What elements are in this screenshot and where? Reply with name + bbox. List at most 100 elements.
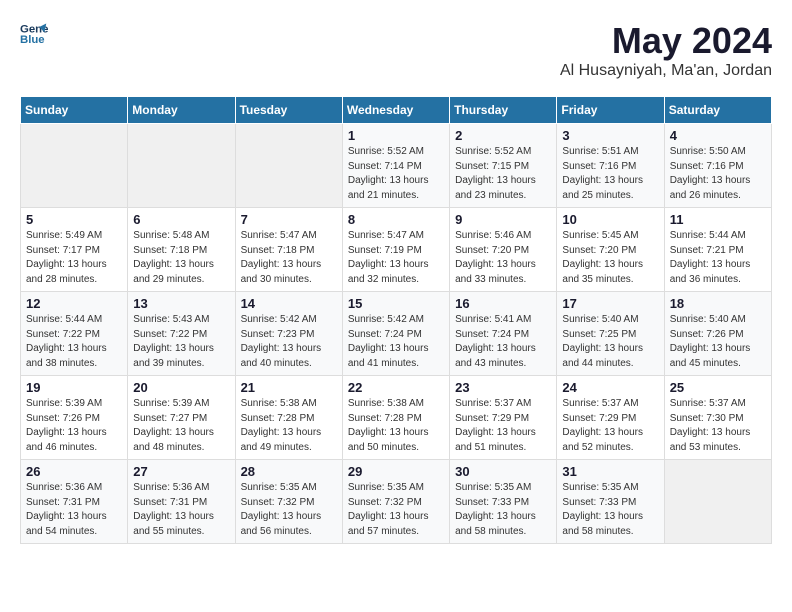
calendar-cell: 24 Sunrise: 5:37 AMSunset: 7:29 PMDayligh… (557, 376, 664, 460)
day-info: Sunrise: 5:40 AMSunset: 7:25 PMDaylight:… (562, 313, 658, 371)
day-info: Sunrise: 5:40 AMSunset: 7:26 PMDaylight:… (670, 313, 766, 371)
day-info: Sunrise: 5:35 AMSunset: 7:33 PMDaylight:… (562, 481, 658, 539)
calendar-week-4: 19Sunrise: 5:39 AMSunset: 7:26 PMDayligh… (21, 376, 772, 460)
day-number: 25 (670, 380, 766, 395)
day-number: 5 (26, 212, 122, 227)
weekday-header-tuesday: Tuesday (235, 97, 342, 124)
day-info: Sunrise: 5:36 AMSunset: 7:31 PMDaylight:… (26, 481, 122, 539)
weekday-header-row: SundayMondayTuesdayWednesdayThursdayFrid… (21, 97, 772, 124)
day-info: Sunrise: 5:38 AMSunset: 7:28 PMDaylight:… (348, 397, 444, 455)
day-info: Sunrise: 5:37 AMSunset: 7:30 PMDaylight:… (670, 397, 766, 455)
day-number: 21 (241, 380, 337, 395)
calendar-week-5: 26 Sunrise: 5:36 AMSunset: 7:31 PMDayligh… (21, 460, 772, 544)
day-number: 26 (26, 464, 122, 479)
day-info: Sunrise: 5:48 AMSunset: 7:18 PMDaylight:… (133, 229, 229, 287)
day-number: 28 (241, 464, 337, 479)
day-info: Sunrise: 5:46 AMSunset: 7:20 PMDaylight:… (455, 229, 551, 287)
calendar-cell: 17 Sunrise: 5:40 AMSunset: 7:25 PMDayligh… (557, 292, 664, 376)
calendar-cell: 13 Sunrise: 5:43 AMSunset: 7:22 PMDayligh… (128, 292, 235, 376)
calendar-cell: 25 Sunrise: 5:37 AMSunset: 7:30 PMDayligh… (664, 376, 771, 460)
day-number: 27 (133, 464, 229, 479)
calendar-cell: 9 Sunrise: 5:46 AMSunset: 7:20 PMDaylight… (450, 208, 557, 292)
day-info: Sunrise: 5:52 AMSunset: 7:15 PMDaylight:… (455, 145, 551, 203)
calendar-week-3: 12 Sunrise: 5:44 AMSunset: 7:22 PMDayligh… (21, 292, 772, 376)
page-header: General Blue May 2024 Al Husayniyah, Ma'… (20, 20, 772, 80)
day-number: 12 (26, 296, 122, 311)
day-info: Sunrise: 5:50 AMSunset: 7:16 PMDaylight:… (670, 145, 766, 203)
calendar-cell: 6 Sunrise: 5:48 AMSunset: 7:18 PMDaylight… (128, 208, 235, 292)
calendar-cell: 12 Sunrise: 5:44 AMSunset: 7:22 PMDayligh… (21, 292, 128, 376)
day-info: Sunrise: 5:52 AMSunset: 7:14 PMDaylight:… (348, 145, 444, 203)
weekday-header-saturday: Saturday (664, 97, 771, 124)
day-info: Sunrise: 5:47 AMSunset: 7:18 PMDaylight:… (241, 229, 337, 287)
day-number: 31 (562, 464, 658, 479)
calendar-cell: 1 Sunrise: 5:52 AMSunset: 7:14 PMDaylight… (342, 124, 449, 208)
weekday-header-monday: Monday (128, 97, 235, 124)
logo-icon: General Blue (20, 20, 48, 48)
logo: General Blue (20, 20, 48, 48)
title-area: May 2024 Al Husayniyah, Ma'an, Jordan (560, 20, 772, 80)
day-info: Sunrise: 5:44 AMSunset: 7:21 PMDaylight:… (670, 229, 766, 287)
calendar-cell: 22 Sunrise: 5:38 AMSunset: 7:28 PMDayligh… (342, 376, 449, 460)
calendar-cell: 31 Sunrise: 5:35 AMSunset: 7:33 PMDayligh… (557, 460, 664, 544)
calendar-cell: 21 Sunrise: 5:38 AMSunset: 7:28 PMDayligh… (235, 376, 342, 460)
calendar-week-1: 1 Sunrise: 5:52 AMSunset: 7:14 PMDaylight… (21, 124, 772, 208)
day-number: 23 (455, 380, 551, 395)
calendar-cell: 28 Sunrise: 5:35 AMSunset: 7:32 PMDayligh… (235, 460, 342, 544)
calendar-cell: 16 Sunrise: 5:41 AMSunset: 7:24 PMDayligh… (450, 292, 557, 376)
day-info: Sunrise: 5:41 AMSunset: 7:24 PMDaylight:… (455, 313, 551, 371)
calendar-cell: 19Sunrise: 5:39 AMSunset: 7:26 PMDayligh… (21, 376, 128, 460)
calendar-cell: 14 Sunrise: 5:42 AMSunset: 7:23 PMDayligh… (235, 292, 342, 376)
day-number: 22 (348, 380, 444, 395)
weekday-header-wednesday: Wednesday (342, 97, 449, 124)
day-info: Sunrise: 5:39 AMSunset: 7:26 PMDaylight:… (26, 397, 122, 455)
weekday-header-friday: Friday (557, 97, 664, 124)
day-info: Sunrise: 5:35 AMSunset: 7:32 PMDaylight:… (241, 481, 337, 539)
day-number: 15 (348, 296, 444, 311)
day-number: 10 (562, 212, 658, 227)
day-info: Sunrise: 5:37 AMSunset: 7:29 PMDaylight:… (455, 397, 551, 455)
calendar-cell: 5Sunrise: 5:49 AMSunset: 7:17 PMDaylight… (21, 208, 128, 292)
day-info: Sunrise: 5:44 AMSunset: 7:22 PMDaylight:… (26, 313, 122, 371)
day-number: 3 (562, 128, 658, 143)
calendar-cell: 30Sunrise: 5:35 AMSunset: 7:33 PMDayligh… (450, 460, 557, 544)
day-number: 17 (562, 296, 658, 311)
calendar-cell: 3Sunrise: 5:51 AMSunset: 7:16 PMDaylight… (557, 124, 664, 208)
calendar-cell (21, 124, 128, 208)
day-number: 8 (348, 212, 444, 227)
main-title: May 2024 (560, 20, 772, 62)
day-number: 2 (455, 128, 551, 143)
day-number: 6 (133, 212, 229, 227)
svg-text:Blue: Blue (20, 34, 45, 46)
day-number: 11 (670, 212, 766, 227)
day-number: 4 (670, 128, 766, 143)
day-number: 7 (241, 212, 337, 227)
day-number: 14 (241, 296, 337, 311)
weekday-header-sunday: Sunday (21, 97, 128, 124)
calendar-cell: 27 Sunrise: 5:36 AMSunset: 7:31 PMDayligh… (128, 460, 235, 544)
day-info: Sunrise: 5:43 AMSunset: 7:22 PMDaylight:… (133, 313, 229, 371)
day-number: 13 (133, 296, 229, 311)
calendar-cell (664, 460, 771, 544)
calendar-cell: 20Sunrise: 5:39 AMSunset: 7:27 PMDayligh… (128, 376, 235, 460)
day-info: Sunrise: 5:36 AMSunset: 7:31 PMDaylight:… (133, 481, 229, 539)
day-number: 24 (562, 380, 658, 395)
calendar-cell: 11 Sunrise: 5:44 AMSunset: 7:21 PMDayligh… (664, 208, 771, 292)
day-number: 18 (670, 296, 766, 311)
day-number: 9 (455, 212, 551, 227)
day-info: Sunrise: 5:47 AMSunset: 7:19 PMDaylight:… (348, 229, 444, 287)
day-info: Sunrise: 5:37 AMSunset: 7:29 PMDaylight:… (562, 397, 658, 455)
day-info: Sunrise: 5:42 AMSunset: 7:23 PMDaylight:… (241, 313, 337, 371)
calendar-cell: 4 Sunrise: 5:50 AMSunset: 7:16 PMDaylight… (664, 124, 771, 208)
day-number: 29 (348, 464, 444, 479)
calendar-cell: 23 Sunrise: 5:37 AMSunset: 7:29 PMDayligh… (450, 376, 557, 460)
day-info: Sunrise: 5:39 AMSunset: 7:27 PMDaylight:… (133, 397, 229, 455)
calendar-table: SundayMondayTuesdayWednesdayThursdayFrid… (20, 96, 772, 544)
day-info: Sunrise: 5:38 AMSunset: 7:28 PMDaylight:… (241, 397, 337, 455)
day-info: Sunrise: 5:35 AMSunset: 7:33 PMDaylight:… (455, 481, 551, 539)
day-number: 1 (348, 128, 444, 143)
calendar-cell: 2 Sunrise: 5:52 AMSunset: 7:15 PMDaylight… (450, 124, 557, 208)
day-info: Sunrise: 5:42 AMSunset: 7:24 PMDaylight:… (348, 313, 444, 371)
day-number: 16 (455, 296, 551, 311)
calendar-cell: 18 Sunrise: 5:40 AMSunset: 7:26 PMDayligh… (664, 292, 771, 376)
